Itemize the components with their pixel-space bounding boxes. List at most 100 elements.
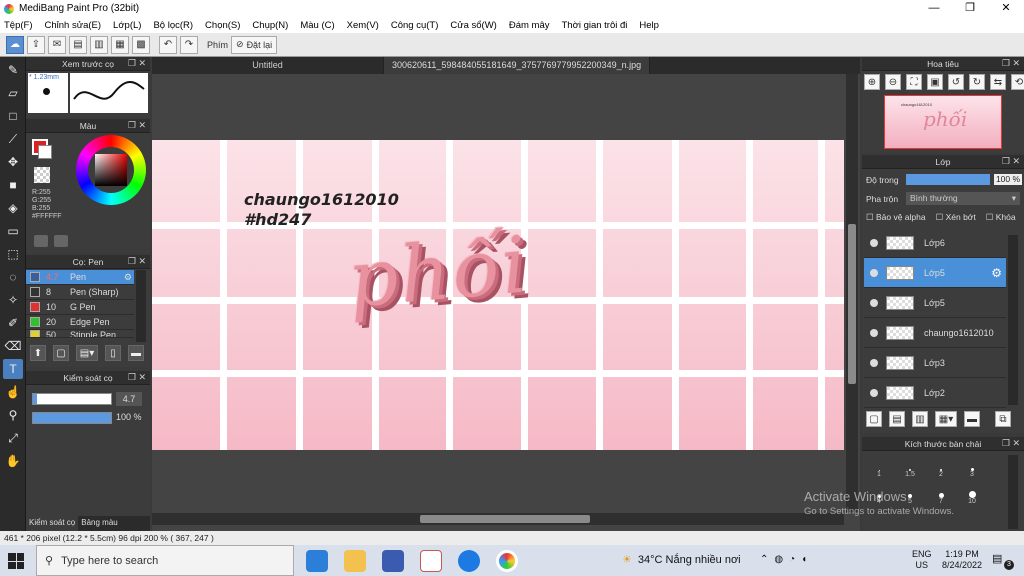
new-brush-icon[interactable]: ▢ (53, 345, 69, 361)
brush-item-stipple[interactable]: 50 Stipple Pen (26, 330, 134, 338)
rectangle-icon[interactable]: □ (3, 106, 23, 126)
gradient-icon[interactable]: ▭ (3, 221, 23, 241)
reset-button[interactable]: ⊘ Đặt lại (231, 35, 278, 54)
menu-select[interactable]: Chọn(S) (205, 20, 240, 31)
gear-icon[interactable]: ⚙ (991, 266, 1002, 280)
layout-icon[interactable]: ▦ (111, 35, 129, 54)
menu-timelapse[interactable]: Thời gian trôi đi (562, 20, 628, 31)
copy-brush-icon[interactable]: ▯ (105, 345, 121, 361)
windows-start-icon[interactable] (8, 553, 24, 569)
clipping-checkbox[interactable]: ☐ Xén bớt (936, 212, 976, 223)
color-swap-icon[interactable] (54, 235, 68, 247)
menu-snap[interactable]: Chụp(N) (252, 20, 288, 31)
visibility-icon[interactable] (870, 388, 878, 397)
tab-untitled[interactable]: Untitled (152, 57, 384, 74)
layer-scrollbar[interactable] (1008, 235, 1018, 405)
new-halftone-layer-icon[interactable]: ▤ (889, 411, 905, 427)
panel-close-icon[interactable]: ❐ ✕ (128, 256, 146, 267)
menu-color[interactable]: Màu (C) (300, 20, 334, 31)
document-icon[interactable]: ▥ (90, 35, 108, 54)
layer-row-selected[interactable]: Lớp5 ⚙ (864, 258, 1006, 288)
brush-item-pen-sharp[interactable]: 8 Pen (Sharp) (26, 285, 134, 300)
text-icon[interactable]: T (3, 359, 23, 379)
vertical-scrollbar[interactable] (846, 74, 858, 512)
menu-cloud[interactable]: Đám mây (509, 20, 550, 31)
brush-size-value[interactable]: 4.7 (116, 392, 142, 406)
menu-view[interactable]: Xem(V) (347, 20, 379, 31)
menu-file[interactable]: Tệp(F) (4, 20, 33, 31)
protect-alpha-checkbox[interactable]: ☐ Bảo vệ alpha (866, 212, 926, 223)
menu-window[interactable]: Cửa sổ(W) (450, 20, 496, 31)
duplicate-layer-icon[interactable]: ⧉ (995, 411, 1011, 427)
weather-widget[interactable]: ☀ 34°C Nắng nhiều nơi (622, 553, 741, 567)
visibility-icon[interactable] (870, 268, 878, 277)
clock[interactable]: 1:19 PM 8/24/2022 (940, 549, 984, 571)
brush-size-cell[interactable]: 1 (864, 455, 894, 478)
lasso-icon[interactable]: ◌ (3, 267, 23, 287)
brush-size-cell[interactable]: 7 (926, 482, 956, 505)
visibility-icon[interactable] (870, 358, 878, 367)
select-pen-icon[interactable]: ✐ (3, 313, 23, 333)
menu-help[interactable]: Help (639, 20, 659, 31)
menu-filter[interactable]: Bộ lọc(R) (153, 20, 193, 31)
redo-icon[interactable]: ↷ (180, 35, 198, 54)
zalo-icon[interactable] (458, 549, 480, 572)
reset-view-icon[interactable]: ⟲ (1011, 74, 1024, 90)
close-button[interactable]: ✕ (988, 0, 1024, 17)
menu-tools[interactable]: Công cụ(T) (391, 20, 439, 31)
shop-app-icon[interactable] (420, 549, 442, 572)
eyedropper-icon[interactable]: ⚲ (3, 405, 23, 425)
folder-icon[interactable]: ▬ (128, 345, 144, 361)
hand-icon[interactable]: ✋ (3, 451, 23, 471)
operation-icon[interactable]: ☝ (3, 382, 23, 402)
wifi-icon[interactable]: ◔ (789, 554, 795, 565)
divide-icon[interactable]: ⤢ (3, 428, 23, 448)
tab-image[interactable]: 300620611_598484055181649_37577697799522… (384, 57, 651, 74)
saturation-square[interactable] (95, 154, 127, 186)
bucket-icon[interactable]: ◈ (3, 198, 23, 218)
brush-size-cell[interactable]: 1.5 (895, 455, 925, 478)
file-explorer-icon[interactable] (344, 549, 366, 572)
eraser-icon[interactable]: ▱ (3, 83, 23, 103)
grid-icon[interactable]: ▩ (132, 35, 150, 54)
select-eraser-icon[interactable]: ⌫ (3, 336, 23, 356)
horizontal-scrollbar[interactable] (152, 513, 844, 525)
tab-palette[interactable]: Bảng màu (78, 516, 120, 531)
navigator-thumbnail[interactable]: chaungo1612010 phối (884, 95, 1002, 149)
lock-checkbox[interactable]: ☐ Khóa (986, 212, 1016, 223)
add-brush-icon[interactable]: ⬆ (30, 345, 46, 361)
color-wheel[interactable] (76, 135, 146, 205)
store-icon[interactable] (382, 549, 404, 572)
panel-close-icon[interactable]: ❐ ✕ (128, 58, 146, 69)
brush-item-edge-pen[interactable]: 20 Edge Pen (26, 315, 134, 330)
layer-opacity-slider[interactable] (906, 174, 990, 185)
chat-icon[interactable]: ✉ (48, 35, 66, 54)
brush-size-cell[interactable]: 4 (864, 482, 894, 505)
maximize-button[interactable]: ❐ (952, 0, 988, 17)
select-icon[interactable]: ⬚ (3, 244, 23, 264)
taskbar-search[interactable]: ⚲ Type here to search (36, 545, 294, 576)
comment-icon[interactable]: ▤ (69, 35, 87, 54)
visibility-icon[interactable] (870, 238, 878, 247)
artboard[interactable]: chaungo1612010 #hd247 phối (152, 140, 844, 450)
move-icon[interactable]: ✥ (3, 152, 23, 172)
layer-row[interactable]: chaungo1612010 (864, 318, 1006, 348)
flip-icon[interactable]: ⇆ (990, 74, 1006, 90)
zoom-in-icon[interactable]: ⊕ (864, 74, 880, 90)
brush-item-pen[interactable]: 4.7 Pen ⚙ (26, 270, 134, 285)
panel-close-icon[interactable]: ❐ ✕ (128, 372, 146, 383)
medibang-taskbar-icon[interactable] (496, 549, 518, 572)
visibility-icon[interactable] (870, 298, 878, 307)
panel-close-icon[interactable]: ❐ ✕ (1002, 58, 1020, 69)
horizontal-scroll-thumb[interactable] (420, 515, 590, 523)
layer-row[interactable]: Lớp6 (864, 228, 1006, 258)
new-layer-icon[interactable]: ▢ (866, 411, 882, 427)
minimize-button[interactable]: — (916, 0, 952, 17)
undo-icon[interactable]: ↶ (159, 35, 177, 54)
layer-menu-icon[interactable]: ▦▾ (935, 411, 957, 427)
volume-icon[interactable]: ◖ (801, 554, 807, 565)
brush-item-g-pen[interactable]: 10 G Pen (26, 300, 134, 315)
brush-size-cell[interactable]: 10 (957, 482, 987, 505)
fit-icon[interactable]: ⛶ (906, 74, 922, 90)
edge-browser-icon[interactable] (306, 549, 328, 572)
